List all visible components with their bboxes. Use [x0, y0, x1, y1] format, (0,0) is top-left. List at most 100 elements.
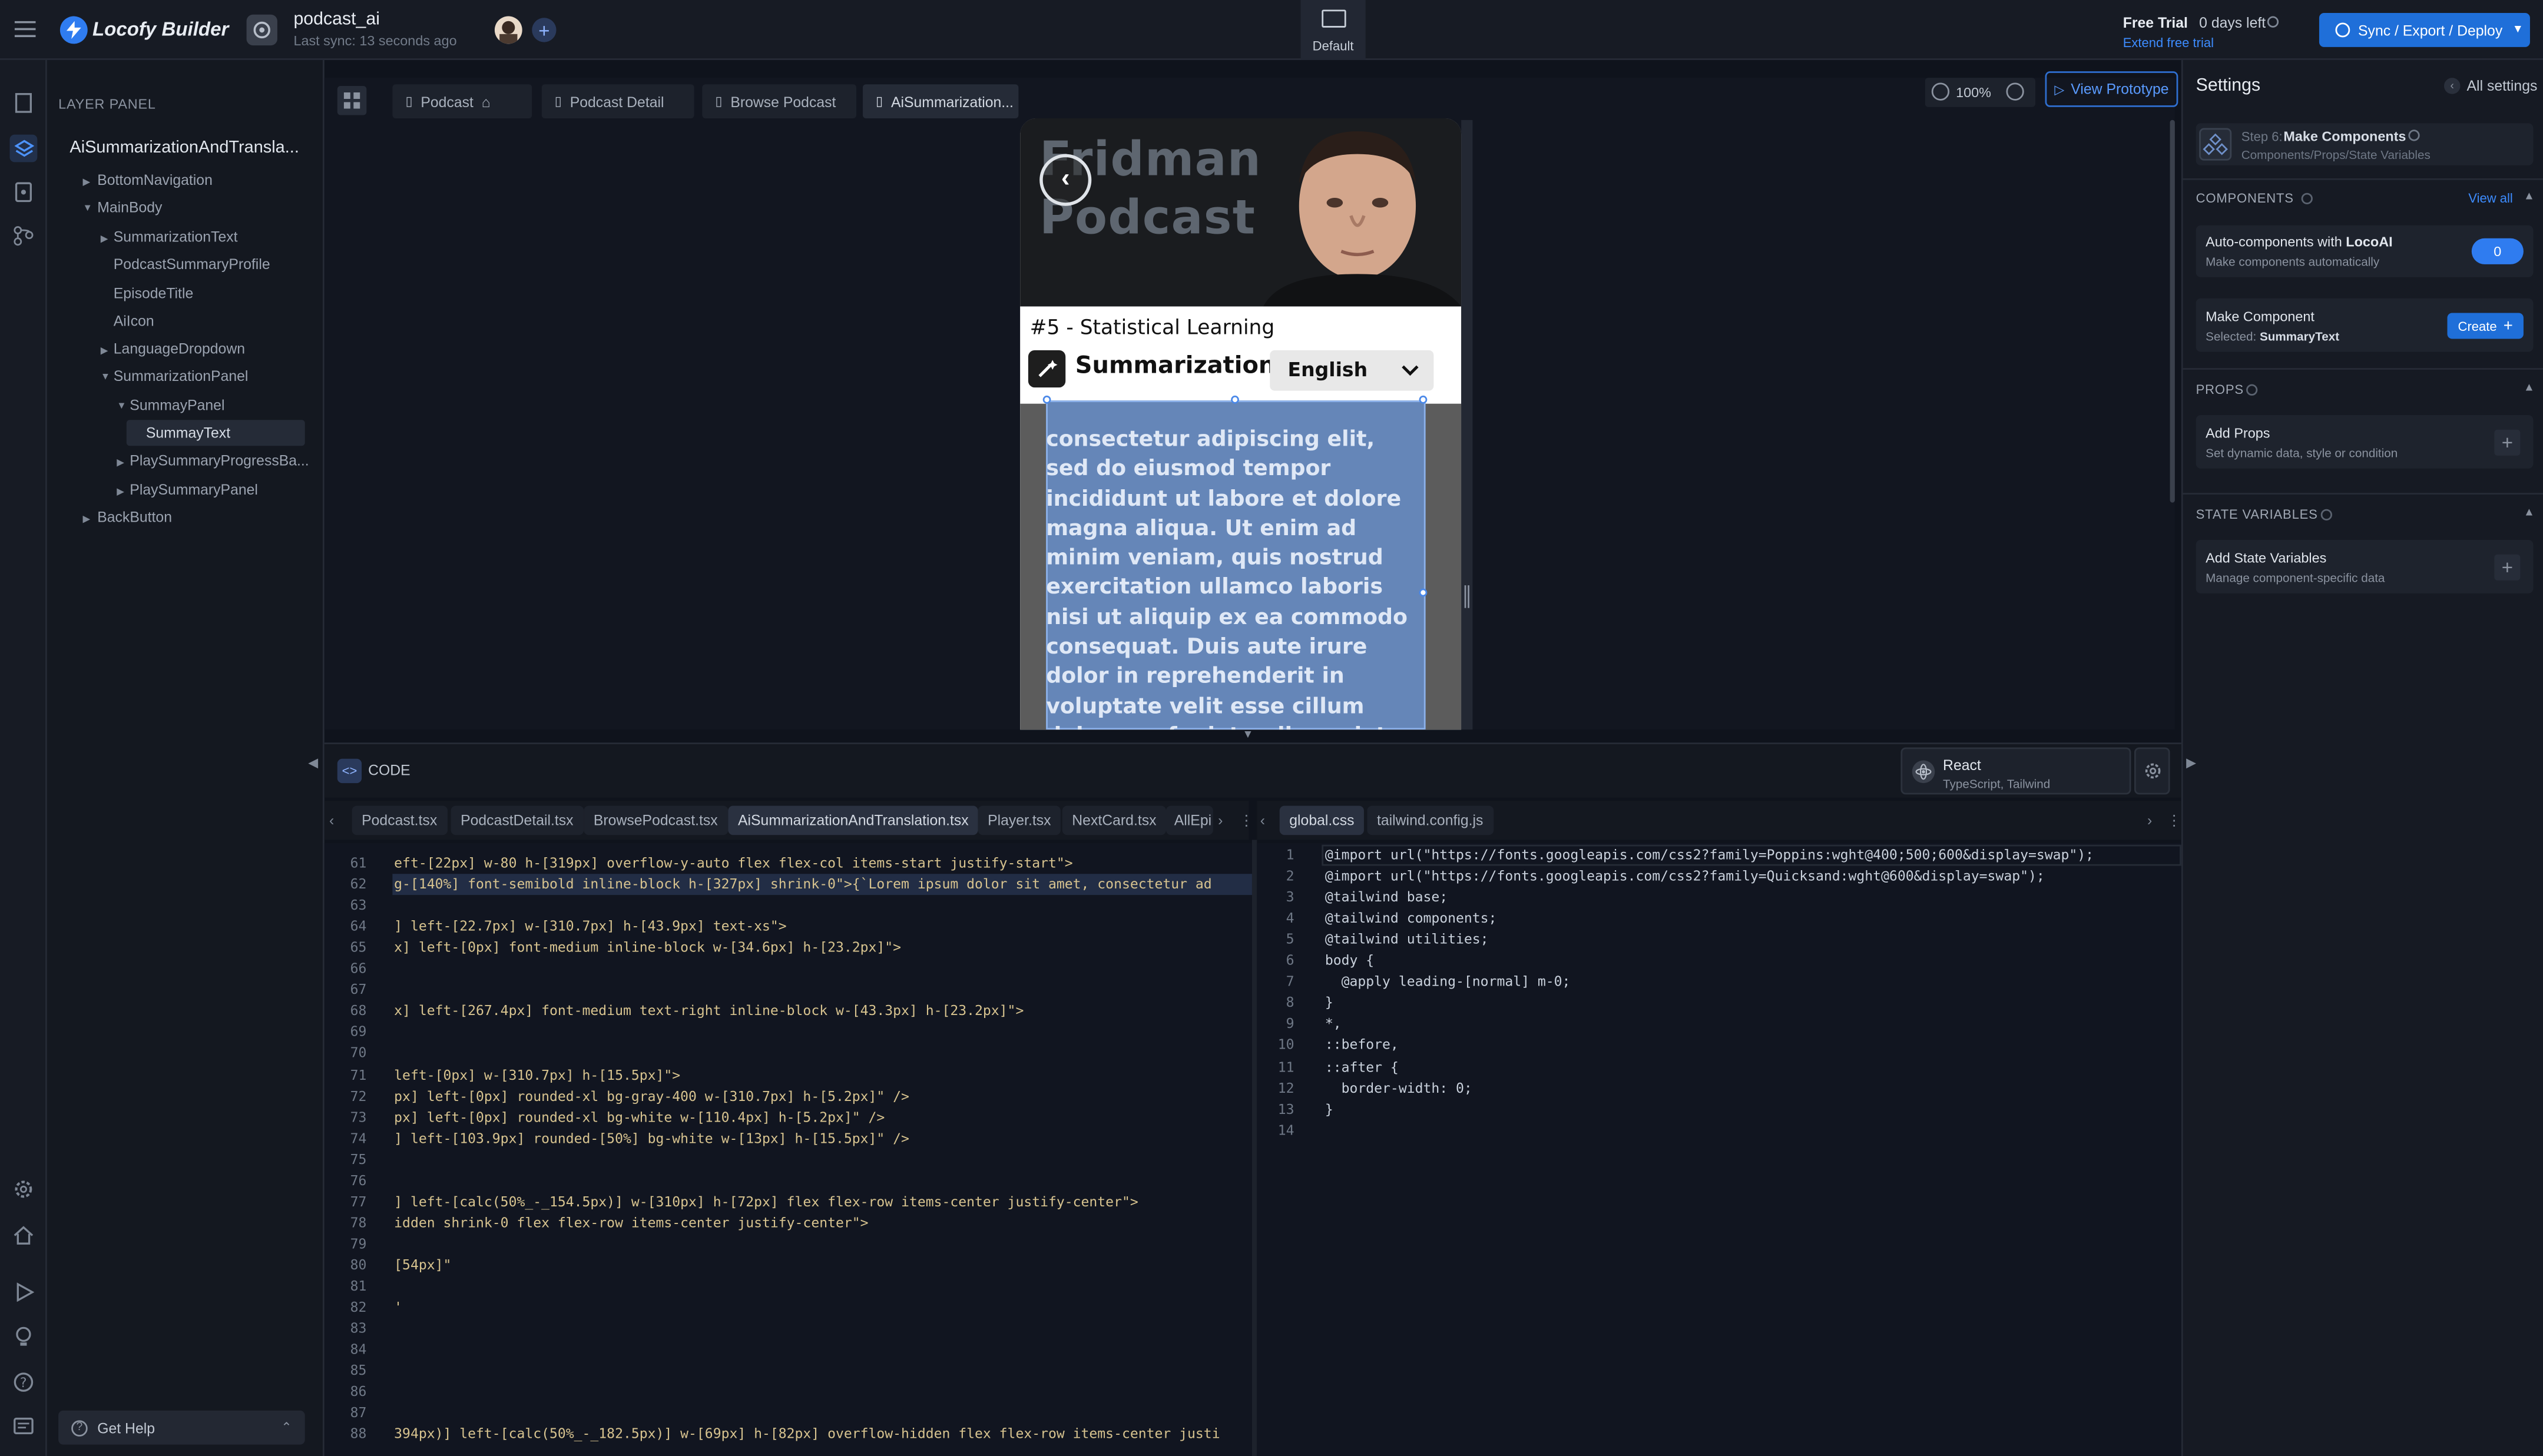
pages-icon[interactable] [11, 91, 35, 115]
info-icon[interactable] [2320, 509, 2332, 520]
chat-icon[interactable] [11, 1414, 35, 1438]
resize-handle[interactable] [1231, 395, 1239, 404]
project-avatar-icon[interactable] [246, 14, 277, 46]
get-help-button[interactable]: ? Get Help ⌃ [58, 1410, 305, 1445]
auto-components-count-badge[interactable]: 0 [2471, 238, 2524, 264]
code-tab-active[interactable]: AiSummarizationAndTranslation.tsx [728, 805, 979, 835]
add-collaborator-icon[interactable]: + [532, 18, 557, 42]
resize-handle[interactable] [1419, 588, 1428, 597]
code-tab[interactable]: tailwind.config.js [1367, 805, 1493, 835]
code-editor-right[interactable]: 1 @import url("https://fonts.googleapis.c… [1257, 843, 2181, 1456]
sync-export-deploy-button[interactable]: Sync / Export / Deploy ▼ [2319, 13, 2530, 47]
collapse-up-icon[interactable]: ▲ [2524, 191, 2535, 203]
project-name[interactable]: podcast_ai [293, 10, 380, 29]
caret-right-icon[interactable]: ▶ [101, 346, 108, 357]
code-editor-left[interactable]: 61 eft-[22px] w-80 h-[319px] overflow-y-a… [324, 843, 1252, 1456]
view-all-link[interactable]: View all [2468, 191, 2513, 206]
preview-resize-bar[interactable] [1461, 120, 1473, 730]
back-chevron-icon[interactable]: ‹ [2443, 78, 2461, 94]
summary-text[interactable]: consectetur adipiscing elit, sed do eius… [1046, 426, 1422, 729]
caret-down-icon[interactable]: ▼ [101, 373, 110, 383]
caret-right-icon[interactable]: ▶ [101, 234, 108, 245]
language-dropdown[interactable]: English [1270, 350, 1434, 391]
help-icon[interactable]: ? [11, 1370, 35, 1394]
layer-item[interactable]: LanguageDropdown [114, 340, 245, 357]
grid-view-icon[interactable] [337, 85, 367, 115]
layer-item[interactable]: AiIcon [114, 313, 154, 329]
layers-icon[interactable] [9, 134, 38, 162]
settings-gear-icon[interactable] [11, 1177, 35, 1201]
step-card[interactable]: Step 6: Make Components Components/Props… [2196, 123, 2534, 165]
layer-root[interactable]: AiSummarizationAndTransla... [69, 138, 299, 157]
code-tab[interactable]: NextCard.tsx [1062, 805, 1167, 835]
resize-handle[interactable] [1042, 395, 1051, 404]
code-tab[interactable]: PodcastDetail.tsx [451, 805, 584, 835]
git-icon[interactable] [11, 224, 35, 248]
framework-selector[interactable]: React TypeScript, Tailwind [1900, 747, 2131, 795]
canvas-scrollbar[interactable] [2170, 120, 2175, 503]
collapse-up-icon[interactable]: ▲ [2524, 508, 2535, 519]
tab-browse-podcast[interactable]: ▯ Browse Podcast [702, 84, 857, 119]
layer-item[interactable]: PodcastSummaryProfile [114, 256, 270, 273]
all-settings-link[interactable]: All settings [2467, 78, 2538, 94]
caret-right-icon[interactable]: ▶ [117, 457, 124, 469]
scroll-left-icon[interactable]: ‹ [329, 812, 334, 829]
layer-item[interactable]: SummayPanel [130, 397, 224, 414]
info-icon[interactable] [2408, 130, 2420, 141]
code-tab-active[interactable]: global.css [1279, 805, 1365, 835]
collapse-arrow-icon[interactable]: ▼ [1242, 729, 1253, 741]
assets-icon[interactable] [11, 180, 35, 204]
drag-handle-icon[interactable] [1464, 585, 1469, 608]
layer-item[interactable]: BackButton [97, 509, 172, 526]
add-state-variables-card[interactable]: Add State Variables Manage component-spe… [2196, 540, 2534, 593]
tab-aisummarization[interactable]: ▯ AiSummarization... [863, 84, 1019, 119]
editor-splitter[interactable] [1251, 840, 1257, 1456]
zoom-out-icon[interactable] [1931, 82, 1950, 101]
tab-podcast[interactable]: ▯ Podcast ⌂ [392, 84, 532, 119]
caret-right-icon[interactable]: ▶ [117, 486, 124, 498]
lightbulb-icon[interactable] [11, 1325, 35, 1349]
info-icon[interactable] [2301, 193, 2313, 204]
tab-podcast-detail[interactable]: ▯ Podcast Detail [541, 84, 694, 119]
view-prototype-button[interactable]: ▷ View Prototype [2045, 71, 2178, 107]
collapse-up-icon[interactable]: ▲ [2524, 383, 2535, 394]
layer-item[interactable]: MainBody [97, 200, 162, 216]
layer-item-selected[interactable]: SummayText [146, 424, 230, 441]
scroll-left-icon[interactable]: ‹ [1260, 812, 1265, 829]
caret-down-icon[interactable]: ▼ [117, 402, 126, 412]
code-settings-gear-icon[interactable] [2134, 747, 2170, 795]
add-props-plus-icon[interactable]: + [2494, 429, 2521, 456]
add-props-card[interactable]: Add Props Set dynamic data, style or con… [2196, 414, 2534, 469]
layer-item[interactable]: PlaySummaryProgressBa... [130, 452, 309, 469]
caret-down-icon[interactable]: ▼ [82, 204, 92, 214]
code-tab[interactable]: BrowsePodcast.tsx [584, 805, 728, 835]
create-component-button[interactable]: Create + [2447, 313, 2524, 339]
info-icon[interactable] [2267, 16, 2279, 28]
more-vertical-icon[interactable]: ⋮ [2167, 812, 2181, 830]
layer-item[interactable]: SummarizationPanel [114, 368, 249, 384]
layer-item[interactable]: SummarizationText [114, 228, 238, 245]
resize-handle[interactable] [1419, 395, 1428, 404]
play-icon[interactable] [11, 1279, 35, 1304]
scroll-right-icon[interactable]: › [2147, 812, 2152, 829]
code-tab[interactable]: AllEpi [1165, 805, 1213, 835]
auto-components-card[interactable]: Auto-components with LocoAI Make compone… [2196, 225, 2534, 277]
caret-right-icon[interactable]: ▶ [82, 177, 90, 188]
panel-expand-icon[interactable]: ▶ [2186, 755, 2196, 770]
layer-item[interactable]: BottomNavigation [97, 172, 213, 188]
zoom-in-icon[interactable] [2006, 82, 2024, 101]
caret-right-icon[interactable]: ▶ [82, 514, 90, 526]
user-avatar[interactable] [494, 16, 522, 44]
scroll-right-icon[interactable]: › [1218, 812, 1223, 829]
layer-item[interactable]: PlaySummaryPanel [130, 482, 258, 498]
code-tab[interactable]: Player.tsx [978, 805, 1061, 835]
layer-item[interactable]: EpisodeTitle [114, 286, 193, 302]
info-icon[interactable] [2246, 384, 2258, 396]
menu-icon[interactable] [13, 19, 36, 39]
panel-collapse-icon[interactable]: ◀ [308, 755, 318, 770]
extend-trial-link[interactable]: Extend free trial [2123, 36, 2214, 51]
home-icon[interactable] [11, 1222, 35, 1246]
more-vertical-icon[interactable]: ⋮ [1239, 812, 1254, 830]
add-state-plus-icon[interactable]: + [2494, 554, 2521, 581]
back-arrow-icon[interactable]: ‹ [1039, 154, 1092, 206]
